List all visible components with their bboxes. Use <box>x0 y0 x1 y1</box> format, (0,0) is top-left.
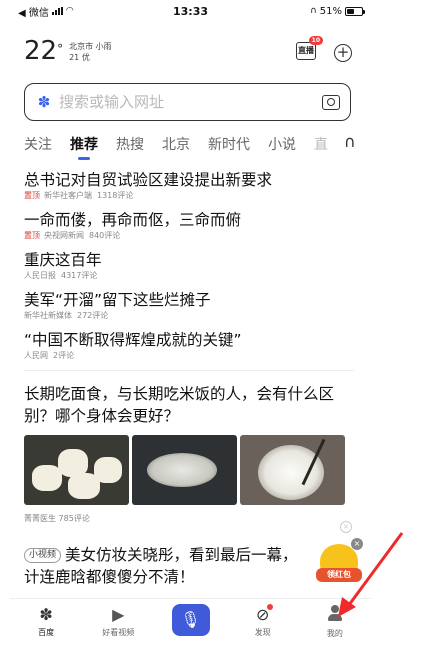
tab-beijing[interactable]: 北京 <box>162 134 190 154</box>
news-comments: 840评论 <box>89 231 121 240</box>
nav-label: 百度 <box>38 628 55 637</box>
compass-icon: ⊘ <box>256 604 274 624</box>
back-to-wechat[interactable]: ◀ 微信 <box>18 4 49 19</box>
phone-screen: ◀ 微信 ◠ 13:33 ∩ 51% 22° 北京市 小雨 21 优 直播 10… <box>10 0 371 645</box>
video-tag: 小视频 <box>24 548 62 563</box>
status-time: 13:33 <box>172 4 208 18</box>
live-label: 直播 <box>298 46 314 55</box>
channel-tabs: 关注 推荐 热搜 北京 新时代 小说 直 ∩ <box>24 132 364 160</box>
nav-label: 好看视频 <box>102 628 135 637</box>
news-item[interactable]: 重庆这百年 人民日报 4317评论 <box>24 250 354 281</box>
baidu-paw-icon: ✽ <box>37 93 51 111</box>
temperature: 22° <box>24 36 64 66</box>
feature-title: 长期吃面食，与长期吃米饭的人，会有什么区别？哪个身体会更好？ <box>24 385 335 425</box>
feature-comments: 785评论 <box>58 514 90 523</box>
news-item[interactable]: 一命而偻，再命而伛，三命而俯 置顶 央视网新闻 840评论 <box>24 210 354 241</box>
notification-dot <box>267 604 274 610</box>
news-source: 新华社新媒体 <box>24 311 72 320</box>
feature-source: 菁菁医生 <box>24 514 56 523</box>
nav-discover[interactable]: ⊘ 发现 <box>227 599 299 645</box>
video-item[interactable]: 小视频 美女仿妆关晓彤，看到最后一幕，计连鹿晗都傻傻分不清！ <box>24 544 304 588</box>
wifi-icon: ◠ <box>65 6 74 16</box>
news-title: 重庆这百年 <box>24 251 102 269</box>
news-comments: 272评论 <box>77 311 109 320</box>
news-meta: 人民网 2评论 <box>24 350 354 361</box>
weather-meta: 北京市 小雨 21 优 <box>69 36 112 63</box>
rice-grains-image <box>132 435 237 505</box>
tab-live[interactable]: 直 <box>314 134 328 154</box>
status-bar: ◀ 微信 ◠ 13:33 ∩ 51% <box>10 0 371 22</box>
divider <box>24 370 354 371</box>
news-item[interactable]: 总书记对自贸试验区建设提出新要求 置顶 新华社客户端 1318评论 <box>24 170 354 201</box>
steamed-buns-image <box>24 435 129 505</box>
news-title: 美军“开溜”留下这些烂摊子 <box>24 291 211 309</box>
news-source: 人民日报 <box>24 271 56 280</box>
headphone-status-icon: ∩ <box>310 6 317 16</box>
tab-follow[interactable]: 关注 <box>24 134 52 154</box>
news-source: 新华社客户端 <box>44 191 92 200</box>
tab-new-era[interactable]: 新时代 <box>208 134 250 154</box>
signal-icon <box>51 7 63 15</box>
pinned-tag: 置顶 <box>24 191 40 200</box>
bottom-nav: ✽ 百度 ▶ 好看视频 🎙 ⊘ 发现 我的 <box>10 598 371 645</box>
camera-icon[interactable] <box>322 94 340 110</box>
nav-label: 我的 <box>326 629 343 638</box>
news-comments: 2评论 <box>53 351 75 360</box>
weather-widget[interactable]: 22° 北京市 小雨 21 优 <box>24 36 112 66</box>
nav-haokan-video[interactable]: ▶ 好看视频 <box>82 599 154 645</box>
tab-recommend[interactable]: 推荐 <box>70 134 98 160</box>
tab-hot-search[interactable]: 热搜 <box>116 134 144 154</box>
live-badge: 10 <box>308 36 323 45</box>
battery-icon <box>345 6 365 16</box>
feature-images <box>24 435 354 505</box>
news-feed: 总书记对自贸试验区建设提出新要求 置顶 新华社客户端 1318评论 一命而偻，再命而… <box>24 170 354 588</box>
search-box[interactable]: ✽ <box>24 83 351 121</box>
status-right: ∩ 51% <box>243 5 365 17</box>
news-meta: 置顶 央视网新闻 840评论 <box>24 230 354 241</box>
headphones-icon[interactable]: ∩ <box>344 132 356 151</box>
news-item[interactable]: 美军“开溜”留下这些烂摊子 新华社新媒体 272评论 <box>24 290 354 321</box>
video-title: 美女仿妆关晓彤，看到最后一幕，计连鹿晗都傻傻分不清！ <box>24 546 298 586</box>
plus-circle-icon[interactable]: + <box>334 44 352 62</box>
news-source: 央视网新闻 <box>44 231 84 240</box>
news-title: 总书记对自贸试验区建设提出新要求 <box>24 171 273 189</box>
weather-location: 北京市 小雨 <box>69 42 112 51</box>
baidu-paw-icon: ✽ <box>39 605 53 624</box>
tab-novel[interactable]: 小说 <box>268 134 296 154</box>
annotation-arrow <box>338 532 404 617</box>
play-icon: ▶ <box>112 605 125 624</box>
pinned-tag: 置顶 <box>24 231 40 240</box>
news-title: 一命而偻，再命而伛，三命而俯 <box>24 211 242 229</box>
feature-article[interactable]: 长期吃面食，与长期吃米饭的人，会有什么区别？哪个身体会更好？ 菁菁医生 785评… <box>24 383 354 524</box>
nav-voice[interactable]: 🎙 <box>154 599 226 645</box>
news-meta: 新华社新媒体 272评论 <box>24 310 354 321</box>
search-input[interactable] <box>59 93 322 111</box>
news-source: 人民网 <box>24 351 48 360</box>
news-title: “中国不断取得辉煌成就的关键” <box>24 331 242 349</box>
news-comments: 4317评论 <box>61 271 98 280</box>
weather-aqi: 21 优 <box>69 53 90 62</box>
microphone-icon[interactable]: 🎙 <box>171 604 210 636</box>
news-comments: 1318评论 <box>97 191 134 200</box>
news-item[interactable]: “中国不断取得辉煌成就的关键” 人民网 2评论 <box>24 330 354 361</box>
feature-meta: 菁菁医生 785评论 <box>24 513 354 524</box>
live-broadcast-icon[interactable]: 直播 10 <box>296 36 323 60</box>
nav-label: 发现 <box>254 628 271 637</box>
news-meta: 人民日报 4317评论 <box>24 270 354 281</box>
status-left: ◀ 微信 ◠ <box>18 4 138 19</box>
battery-percent: 51% <box>319 5 342 17</box>
rice-bowl-image <box>240 435 345 505</box>
nav-baidu[interactable]: ✽ 百度 <box>10 599 82 645</box>
news-meta: 置顶 新华社客户端 1318评论 <box>24 190 354 201</box>
